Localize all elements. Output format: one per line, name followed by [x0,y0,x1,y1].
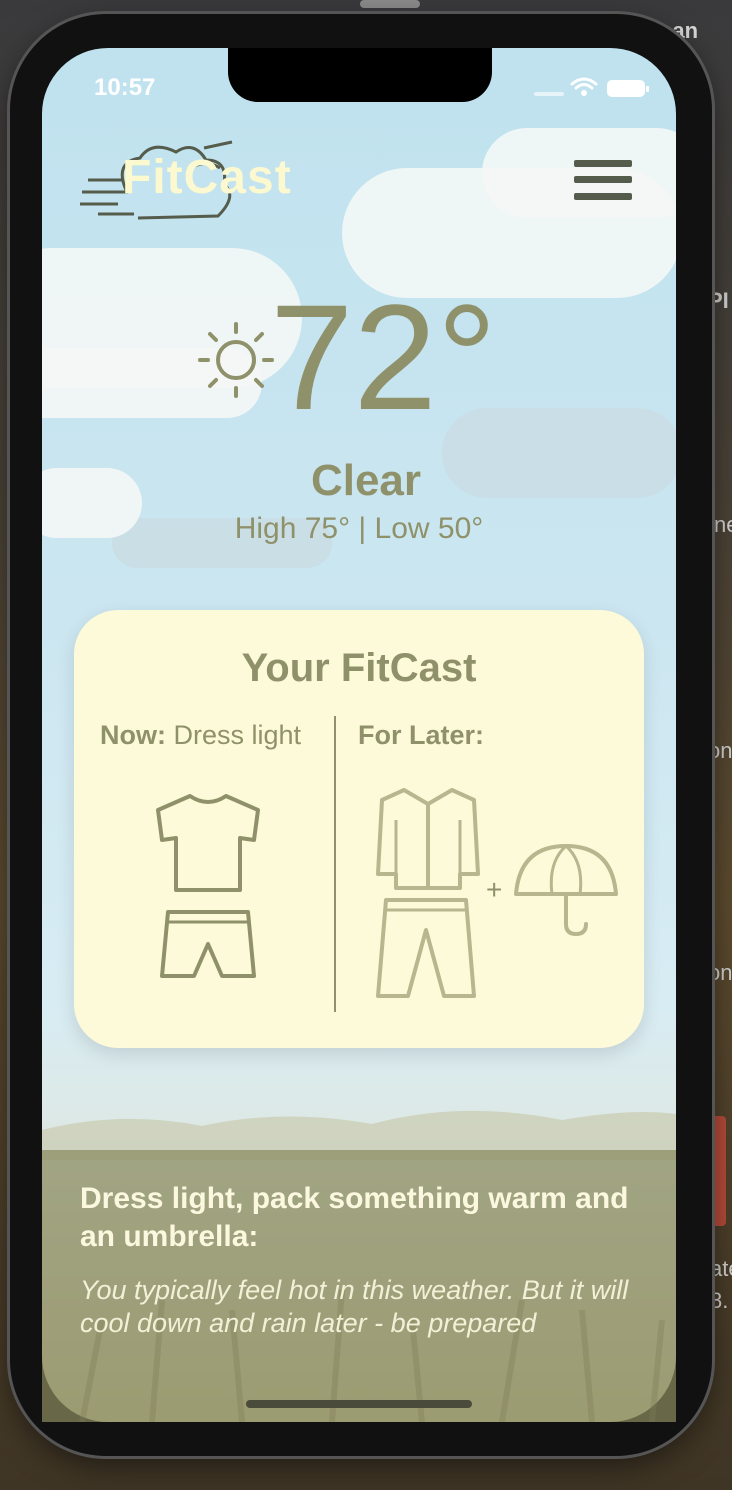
tshirt-icon [156,794,260,892]
now-label: Now: Dress light [100,720,301,751]
cellular-signal-icon [534,92,564,96]
app-logo-text: FitCast [122,151,292,204]
advice-body: You typically feel hot in this weather. … [80,1275,629,1338]
hamburger-menu-button[interactable] [574,160,634,204]
wifi-icon [570,77,598,96]
home-indicator[interactable] [246,1400,472,1408]
card-title: Your FitCast [241,646,477,690]
later-label-heading: For Later: [358,720,485,750]
weather-condition: Clear [310,456,422,505]
menu-line [574,160,632,167]
desktop-text-7: 8. [710,1288,729,1313]
column-divider [334,716,336,1012]
desktop-text-6: ate [710,1256,732,1281]
jacket-icon [376,788,480,890]
plus-sign: + [486,874,503,905]
desktop-window-thumbnail [360,0,420,8]
advice-title: Dress light, pack something warm and an … [80,1182,629,1253]
menu-line [574,193,632,200]
fitcast-card[interactable]: Your FitCast Now: Dress light For Later:… [74,610,644,1048]
menu-line [574,176,632,183]
later-label: For Later: [358,720,484,751]
current-temperature: 72° [270,273,497,441]
shorts-icon [160,910,256,978]
now-label-value: Dress light [173,720,302,750]
battery-icon [607,80,649,97]
pants-icon [376,898,476,998]
high-low-temperature: High 75° | Low 50° [234,512,484,545]
sun-icon [198,322,274,398]
status-time: 10:57 [94,74,156,101]
umbrella-icon [514,844,618,937]
now-label-heading: Now: [100,720,166,750]
notch [228,48,492,102]
